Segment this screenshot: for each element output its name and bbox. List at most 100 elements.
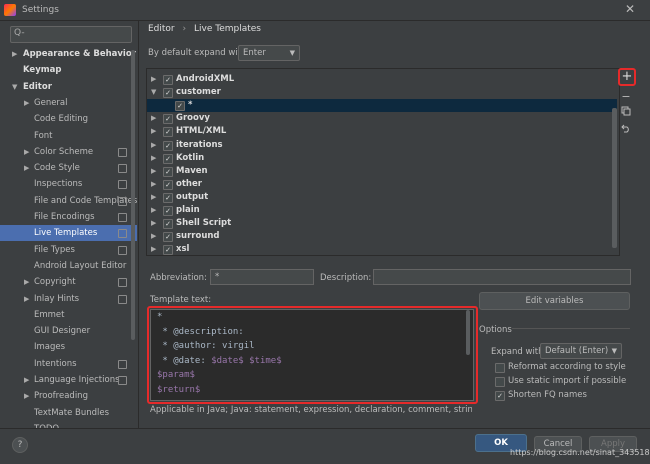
template-checkbox[interactable]: ✓	[163, 114, 173, 125]
description-field[interactable]	[373, 269, 631, 285]
chevron-right-icon[interactable]: ▶	[151, 112, 156, 125]
template-group[interactable]: ▶ ✓ plain	[147, 204, 617, 217]
chevron-right-icon[interactable]: ▶	[24, 95, 29, 111]
shorten-fq-checkbox[interactable]: ✓	[495, 391, 505, 401]
chevron-right-icon[interactable]: ▶	[151, 178, 156, 191]
help-button[interactable]: ?	[12, 437, 28, 453]
sidebar-item-emmet[interactable]: Emmet	[0, 307, 137, 323]
template-checkbox[interactable]: ✓	[163, 75, 173, 85]
close-icon[interactable]: ✕	[623, 2, 637, 16]
template-group[interactable]: ▶ ✓ Kotlin	[147, 152, 617, 165]
sidebar-item-label: Appearance & Behavior	[23, 49, 136, 59]
sidebar-item-appearance-behavior[interactable]: ▶ Appearance & Behavior	[0, 46, 137, 62]
sidebar-item-proofreading[interactable]: ▶ Proofreading	[0, 388, 137, 404]
sidebar-item-textmate-bundles[interactable]: TextMate Bundles	[0, 405, 137, 421]
template-checkbox[interactable]: ✓	[163, 140, 173, 151]
breadcrumb-parent[interactable]: Editor	[148, 24, 175, 34]
sidebar-item-color-scheme[interactable]: ▶ Color Scheme	[0, 144, 137, 160]
chevron-right-icon[interactable]: ▶	[151, 73, 156, 86]
sidebar-item-code-style[interactable]: ▶ Code Style	[0, 160, 137, 176]
template-group[interactable]: ▶ ✓ HTML/XML	[147, 125, 617, 138]
edit-variables-button[interactable]: Edit variables	[479, 292, 630, 310]
copy-icon[interactable]	[618, 105, 634, 121]
expand-with-label: Expand with	[491, 347, 544, 357]
chevron-right-icon[interactable]: ▶	[24, 388, 29, 404]
sidebar-item-inspections[interactable]: Inspections	[0, 176, 137, 192]
sidebar-item-keymap[interactable]: Keymap	[0, 62, 137, 78]
template-group[interactable]: ▼ ✓ customer	[147, 86, 617, 99]
sidebar-item-label: Inlay Hints	[34, 293, 80, 304]
template-group[interactable]: ▶ ✓ other	[147, 178, 617, 191]
sidebar-item-code-editing[interactable]: Code Editing	[0, 111, 137, 127]
static-import-checkbox[interactable]	[495, 377, 505, 387]
sidebar-item-live-templates[interactable]: Live Templates	[0, 225, 137, 242]
template-checkbox[interactable]: ✓	[163, 206, 173, 216]
add-template-button[interactable]: +	[618, 68, 636, 86]
chevron-right-icon[interactable]: ▶	[151, 165, 156, 178]
template-checkbox[interactable]: ✓	[163, 219, 173, 230]
remove-template-button[interactable]: −	[618, 89, 634, 105]
chevron-right-icon[interactable]: ▶	[24, 160, 29, 176]
chevron-right-icon[interactable]: ▶	[24, 274, 29, 290]
template-checkbox[interactable]: ✓	[163, 245, 173, 256]
static-import-label: Use static import if possible	[508, 376, 627, 386]
template-group[interactable]: ▶ ✓ xsl	[147, 243, 617, 256]
template-item[interactable]: ✓ *	[147, 99, 617, 113]
chevron-right-icon[interactable]: ▶	[151, 243, 156, 256]
template-label: Shell Script	[176, 218, 232, 229]
sidebar-item-file-encodings[interactable]: File Encodings	[0, 209, 137, 225]
sidebar-item-editor[interactable]: ▼ Editor	[0, 79, 137, 95]
template-checkbox[interactable]: ✓	[163, 192, 173, 203]
abbreviation-field[interactable]: *	[210, 269, 314, 285]
chevron-right-icon[interactable]: ▶	[151, 152, 156, 165]
sidebar-item-label: Language Injections	[34, 375, 120, 385]
sidebar-item-language-injections[interactable]: ▶ Language Injections	[0, 372, 137, 388]
sidebar-item-copyright[interactable]: ▶ Copyright	[0, 274, 137, 290]
chevron-right-icon[interactable]: ▶	[151, 204, 156, 217]
template-group[interactable]: ▶ ✓ iterations	[147, 139, 617, 152]
app-logo-icon	[4, 4, 16, 16]
search-input[interactable]: Q-	[10, 26, 132, 43]
chevron-right-icon[interactable]: ▶	[24, 291, 29, 307]
sidebar-scrollbar[interactable]	[131, 50, 135, 340]
template-checkbox[interactable]: ✓	[163, 88, 173, 99]
template-checkbox[interactable]: ✓	[163, 127, 173, 138]
sidebar-item-file-and-code-templates[interactable]: File and Code Templates	[0, 193, 137, 209]
sidebar-item-inlay-hints[interactable]: ▶ Inlay Hints	[0, 291, 137, 307]
template-checkbox[interactable]: ✓	[163, 153, 173, 164]
expand-with-select[interactable]: Default (Enter) ▼	[540, 343, 622, 359]
sidebar-item-images[interactable]: Images	[0, 339, 137, 355]
template-checkbox[interactable]: ✓	[163, 179, 173, 190]
sidebar-item-android-layout-editor[interactable]: Android Layout Editor	[0, 258, 137, 274]
template-checkbox[interactable]: ✓	[163, 166, 173, 177]
chevron-right-icon[interactable]: ▶	[12, 46, 17, 62]
chevron-down-icon[interactable]: ▼	[12, 79, 17, 95]
chevron-right-icon[interactable]: ▶	[151, 217, 156, 230]
reformat-checkbox[interactable]	[495, 363, 505, 373]
template-group[interactable]: ▶ ✓ Maven	[147, 165, 617, 178]
chevron-right-icon[interactable]: ▶	[151, 230, 156, 243]
expand-select[interactable]: Enter ▼	[238, 45, 300, 61]
template-group[interactable]: ▶ ✓ Shell Script	[147, 217, 617, 230]
chevron-down-icon[interactable]: ▼	[151, 86, 156, 99]
tree-scrollbar[interactable]	[612, 108, 617, 248]
project-settings-icon	[118, 180, 127, 190]
template-checkbox[interactable]: ✓	[175, 101, 185, 112]
restore-icon[interactable]	[618, 122, 634, 138]
sidebar-item-todo[interactable]: TODO	[0, 421, 137, 428]
template-checkbox[interactable]: ✓	[163, 232, 173, 243]
chevron-right-icon[interactable]: ▶	[151, 125, 156, 138]
sidebar-item-general[interactable]: ▶ General	[0, 95, 137, 111]
chevron-right-icon[interactable]: ▶	[24, 372, 29, 388]
sidebar-item-gui-designer[interactable]: GUI Designer	[0, 323, 137, 339]
sidebar-item-file-types[interactable]: File Types	[0, 242, 137, 258]
template-group[interactable]: ▶ ✓ surround	[147, 230, 617, 243]
template-group[interactable]: ▶ ✓ Groovy	[147, 112, 617, 125]
chevron-right-icon[interactable]: ▶	[151, 191, 156, 204]
sidebar-item-font[interactable]: Font	[0, 128, 137, 144]
chevron-right-icon[interactable]: ▶	[24, 144, 29, 160]
chevron-right-icon[interactable]: ▶	[151, 139, 156, 152]
template-group[interactable]: ▶ ✓ output	[147, 191, 617, 204]
sidebar-item-intentions[interactable]: Intentions	[0, 356, 137, 372]
template-group[interactable]: ▶ ✓ AndroidXML	[147, 73, 617, 86]
